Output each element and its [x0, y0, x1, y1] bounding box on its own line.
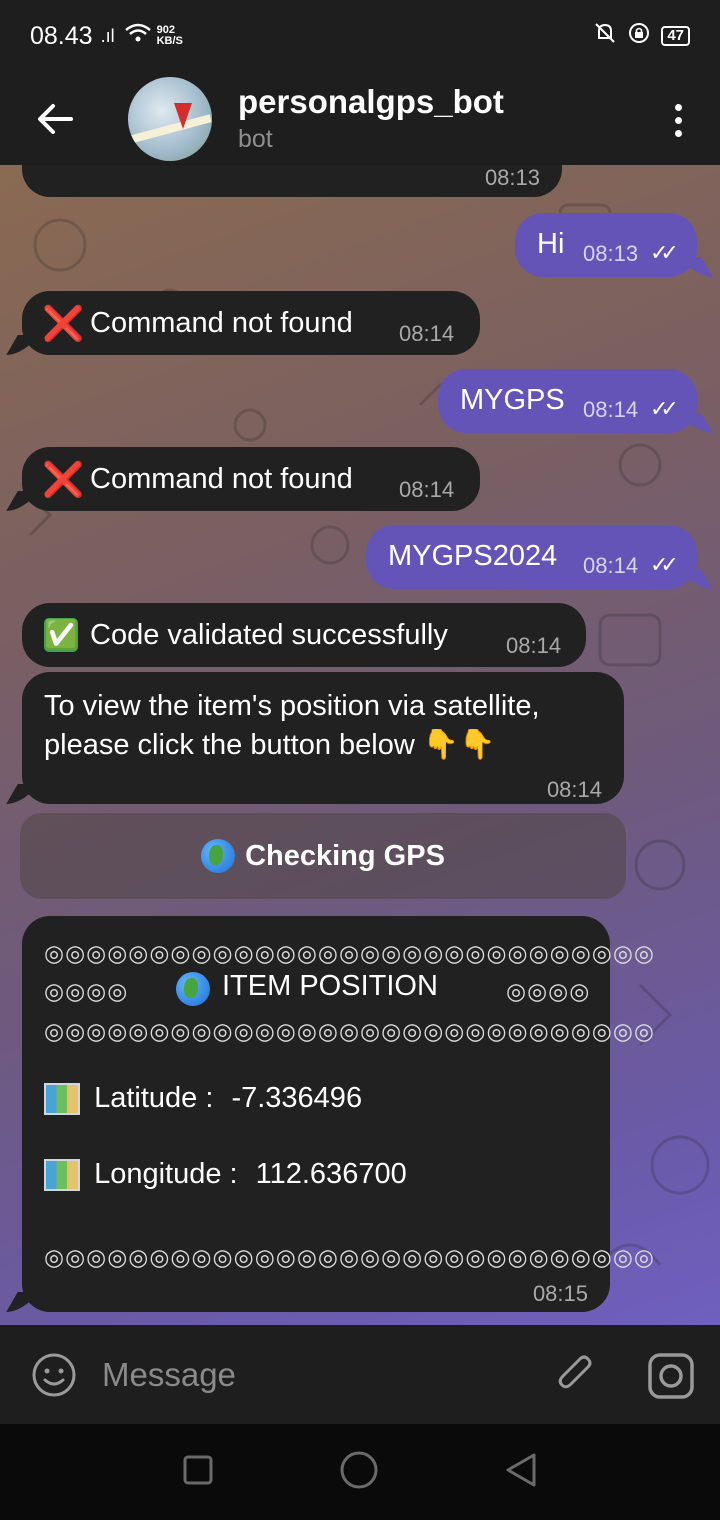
message-bubble-incoming[interactable]: 08:13	[22, 165, 562, 197]
back-nav-button[interactable]	[504, 1452, 538, 1493]
read-checks-icon: ✓✓	[650, 552, 679, 577]
message-time: 08:14	[506, 633, 562, 658]
paperclip-icon	[558, 1355, 592, 1389]
message-time: 08:13	[484, 165, 540, 190]
avatar[interactable]	[128, 76, 212, 161]
message-time: 08:13	[583, 241, 639, 266]
message-text: Code validated successfully	[90, 619, 448, 651]
message-time: 08:15	[532, 1281, 588, 1306]
position-heading-row: ◎◎◎◎ ITEM POSITION ◎◎◎◎	[44, 970, 589, 1006]
triangle-back-icon	[506, 1453, 536, 1486]
decorative-border-top: ◎◎◎◎◎◎◎◎◎◎◎◎◎◎◎◎◎◎◎◎◎◎◎◎◎◎◎◎◎	[44, 940, 655, 966]
message-list[interactable]: 08:13 Hi 08:13 ✓✓ ❌ Command not found 08…	[0, 165, 720, 1325]
longitude-row: Longitude : 112.636700	[44, 1158, 407, 1192]
chat-subtitle: bot	[238, 125, 273, 153]
checking-gps-button[interactable]: Checking GPS	[20, 813, 626, 899]
message-bubble-outgoing[interactable]: MYGPS2024 08:14 ✓✓	[366, 525, 697, 589]
message-bubble-outgoing[interactable]: Hi 08:13 ✓✓	[515, 213, 697, 277]
longitude-label: Longitude :	[94, 1158, 238, 1190]
message-text-line-2: please click the button below 👇👇	[44, 729, 496, 761]
message-time: 08:14	[546, 777, 602, 802]
emoji-button[interactable]	[30, 1351, 78, 1399]
battery-icon: 47	[661, 26, 690, 46]
decorative-border-bottom: ◎◎◎◎◎◎◎◎◎◎◎◎◎◎◎◎◎◎◎◎◎◎◎◎◎◎◎◎◎	[44, 1244, 655, 1270]
read-checks-icon: ✓✓	[650, 240, 679, 265]
map-icon	[44, 1159, 80, 1192]
message-input[interactable]: Message	[102, 1356, 236, 1394]
rotation-lock-icon	[627, 21, 651, 51]
map-pin-icon	[174, 102, 192, 129]
message-bubble-incoming[interactable]: ✅ Code validated successfully 08:14	[22, 603, 586, 667]
cross-mark-icon: ❌	[42, 461, 85, 499]
message-text: Command not found	[90, 307, 353, 339]
latitude-value[interactable]: -7.336496	[231, 1082, 362, 1114]
decorative-border-middle: ◎◎◎◎◎◎◎◎◎◎◎◎◎◎◎◎◎◎◎◎◎◎◎◎◎◎◎◎◎	[44, 1018, 655, 1044]
speed-unit: KB/S	[156, 35, 183, 47]
side-marks-right: ◎◎◎◎	[506, 978, 591, 1004]
recents-button[interactable]	[182, 1454, 214, 1491]
chat-header: personalgps_bot bot	[0, 72, 720, 165]
map-icon	[44, 1083, 80, 1116]
longitude-value[interactable]: 112.636700	[256, 1158, 407, 1190]
back-button[interactable]	[0, 72, 110, 165]
clock: 08.43	[30, 21, 93, 50]
message-text-line-1: To view the item's position via satellit…	[44, 690, 540, 722]
more-menu-button[interactable]	[666, 90, 690, 150]
message-text: Command not found	[90, 463, 353, 495]
camera-icon	[648, 1353, 694, 1399]
message-input-bar: Message	[0, 1325, 720, 1424]
status-bar: 08.43 .ıl 902 KB/S 47	[0, 0, 720, 72]
latitude-label: Latitude :	[94, 1082, 214, 1114]
square-icon	[183, 1455, 213, 1484]
message-time: 08:14	[583, 553, 639, 578]
attach-button[interactable]	[552, 1351, 600, 1404]
position-heading: ITEM POSITION	[222, 970, 438, 1002]
button-label: Checking GPS	[245, 839, 445, 872]
signal-icon: .ıl	[100, 25, 115, 46]
message-bubble-incoming[interactable]: ❌ Command not found 08:14	[22, 291, 480, 355]
chat-title[interactable]: personalgps_bot	[238, 83, 504, 121]
message-bubble-incoming[interactable]: To view the item's position via satellit…	[22, 672, 624, 804]
back-arrow-icon	[38, 103, 73, 134]
smiley-icon	[32, 1353, 76, 1396]
cross-mark-icon: ❌	[42, 305, 85, 343]
circle-icon	[340, 1451, 378, 1488]
message-time: 08:14	[583, 397, 639, 422]
message-text: MYGPS	[460, 384, 565, 416]
home-button[interactable]	[339, 1450, 379, 1495]
latitude-row: Latitude : -7.336496	[44, 1082, 362, 1116]
message-bubble-outgoing[interactable]: MYGPS 08:14 ✓✓	[438, 369, 697, 433]
system-navigation-bar	[0, 1424, 720, 1520]
globe-icon	[201, 839, 236, 873]
wifi-icon	[124, 23, 151, 49]
message-bubble-incoming[interactable]: ◎◎◎◎◎◎◎◎◎◎◎◎◎◎◎◎◎◎◎◎◎◎◎◎◎◎◎◎◎ ◎◎◎◎ ITEM …	[22, 916, 654, 1312]
bell-muted-icon	[593, 21, 617, 51]
read-checks-icon: ✓✓	[650, 396, 679, 421]
globe-icon	[176, 972, 210, 1006]
message-bubble-incoming[interactable]: ❌ Command not found 08:14	[22, 447, 480, 511]
message-text: Hi	[537, 228, 565, 260]
message-text: MYGPS2024	[388, 540, 558, 572]
check-mark-icon: ✅	[44, 618, 79, 652]
network-speed: 902 KB/S	[157, 25, 183, 47]
message-time: 08:14	[399, 321, 455, 346]
camera-button[interactable]	[646, 1351, 696, 1406]
side-marks-left: ◎◎◎◎	[44, 978, 129, 1004]
message-time: 08:14	[399, 477, 455, 502]
